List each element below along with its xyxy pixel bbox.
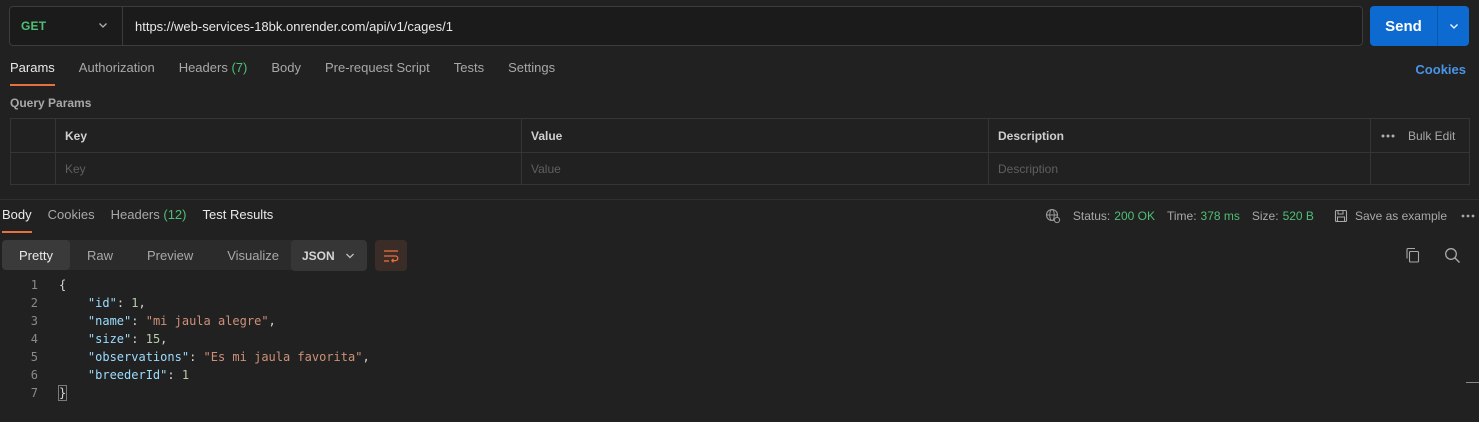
param-description-input[interactable]: Description (989, 153, 1371, 185)
code-text: { (59, 278, 67, 292)
view-tab-raw[interactable]: Raw (70, 240, 130, 270)
table-row: Key Value Description (11, 152, 1469, 185)
response-tabs: Body Cookies Headers (12) Test Results (2, 207, 289, 233)
code-text: "breederId": 1 (87, 368, 190, 382)
row-checkbox-cell (11, 153, 56, 185)
time-label: Time: (1166, 209, 1197, 223)
code-line: 2 "id": 1, (0, 294, 1466, 312)
code-text: "name": "mi jaula alegre", (87, 314, 276, 328)
save-as-example-label: Save as example (1354, 209, 1447, 223)
pane-divider[interactable] (0, 199, 1479, 200)
line-number: 2 (30, 296, 38, 310)
line-number: 5 (30, 350, 38, 364)
code-text: "size": 15, (87, 332, 168, 346)
code-line: 3 "name": "mi jaula alegre", (0, 312, 1466, 330)
tab-pre-request-script[interactable]: Pre-request Script (325, 60, 430, 86)
line-number: 1 (30, 278, 38, 292)
tab-response-headers[interactable]: Headers (12) (111, 207, 187, 233)
save-as-example-button[interactable]: Save as example (1334, 209, 1447, 223)
response-view-tabs: Pretty Raw Preview Visualize (2, 240, 297, 270)
size-value[interactable]: 520 B (1283, 209, 1314, 223)
save-icon (1334, 209, 1347, 223)
tab-settings[interactable]: Settings (508, 60, 555, 86)
column-header-key: Key (56, 119, 522, 152)
more-options-icon[interactable] (1461, 214, 1475, 218)
view-tab-preview[interactable]: Preview (130, 240, 210, 270)
table-header-row: Key Value Description Bulk Edit (11, 119, 1469, 152)
tab-params[interactable]: Params (10, 60, 55, 86)
copy-icon[interactable] (1405, 247, 1421, 264)
tab-response-body[interactable]: Body (2, 207, 32, 233)
code-text: "observations": "Es mi jaula favorita", (87, 350, 370, 364)
method-selector[interactable]: GET (10, 7, 122, 45)
query-params-table: Key Value Description Bulk Edit Key Valu… (10, 118, 1470, 185)
checkbox-column-header (11, 119, 56, 152)
column-header-description: Description (989, 119, 1371, 152)
more-horizontal-icon (1381, 134, 1395, 137)
param-value-input[interactable]: Value (522, 153, 989, 185)
url-input[interactable]: https://web-services-18bk.onrender.com/a… (122, 7, 1362, 45)
tab-test-results[interactable]: Test Results (203, 207, 274, 233)
line-number: 4 (30, 332, 38, 346)
cookies-link[interactable]: Cookies (1415, 62, 1466, 77)
status-value[interactable]: 200 OK (1114, 209, 1155, 223)
tab-body[interactable]: Body (271, 60, 301, 86)
wrap-lines-icon (384, 249, 399, 263)
view-tab-visualize[interactable]: Visualize (210, 240, 296, 270)
code-line: 5 "observations": "Es mi jaula favorita"… (0, 348, 1466, 366)
bulk-edit-label: Bulk Edit (1408, 128, 1456, 143)
query-params-title: Query Params (10, 96, 92, 110)
time-value[interactable]: 378 ms (1201, 209, 1240, 223)
view-tab-pretty[interactable]: Pretty (2, 240, 70, 270)
line-number: 6 (30, 368, 38, 382)
request-tabs: Params Authorization Headers (7) Body Pr… (10, 60, 579, 86)
search-icon[interactable] (1444, 247, 1461, 264)
request-bar: GET https://web-services-18bk.onrender.c… (9, 6, 1363, 46)
line-number: 3 (30, 314, 38, 328)
send-button[interactable]: Send (1370, 6, 1437, 46)
tab-tests[interactable]: Tests (454, 60, 484, 86)
row-actions-cell (1371, 153, 1469, 185)
code-line: 1 { (0, 276, 1466, 294)
network-globe-icon[interactable] (1045, 208, 1061, 224)
method-label: GET (21, 19, 47, 33)
chevron-down-icon (1449, 24, 1458, 29)
format-label: JSON (302, 248, 335, 263)
tab-response-cookies[interactable]: Cookies (48, 207, 95, 233)
tab-headers[interactable]: Headers (7) (179, 60, 248, 86)
response-status-bar: Status: 200 OK Time: 378 ms Size: 520 B … (1045, 207, 1475, 225)
chevron-down-icon (98, 20, 108, 30)
code-line: 4 "size": 15, (0, 330, 1466, 348)
response-headers-count: (12) (163, 207, 187, 222)
tab-authorization[interactable]: Authorization (79, 60, 155, 86)
code-line: 6 "breederId": 1 (0, 366, 1466, 384)
size-label: Size: (1251, 209, 1279, 223)
response-body-viewer[interactable]: 1 { 2 "id": 1, 3 "name": "mi jaula alegr… (0, 276, 1466, 402)
chevron-down-icon (345, 252, 355, 260)
column-header-value: Value (522, 119, 989, 152)
scrollbar-marker[interactable] (1466, 382, 1479, 383)
headers-count: (7) (231, 60, 248, 75)
code-text: "id": 1, (87, 296, 146, 310)
code-line: 7 } (0, 384, 1466, 402)
bulk-edit-button[interactable]: Bulk Edit (1381, 129, 1455, 143)
table-actions: Bulk Edit (1371, 119, 1469, 152)
status-label: Status: (1072, 209, 1111, 223)
send-group: Send (1370, 6, 1469, 46)
wrap-lines-button[interactable] (375, 240, 407, 271)
send-options-button[interactable] (1437, 6, 1469, 46)
code-text: } (57, 385, 68, 401)
format-dropdown[interactable]: JSON (291, 240, 367, 271)
line-number: 7 (30, 386, 38, 400)
param-key-input[interactable]: Key (56, 153, 522, 185)
